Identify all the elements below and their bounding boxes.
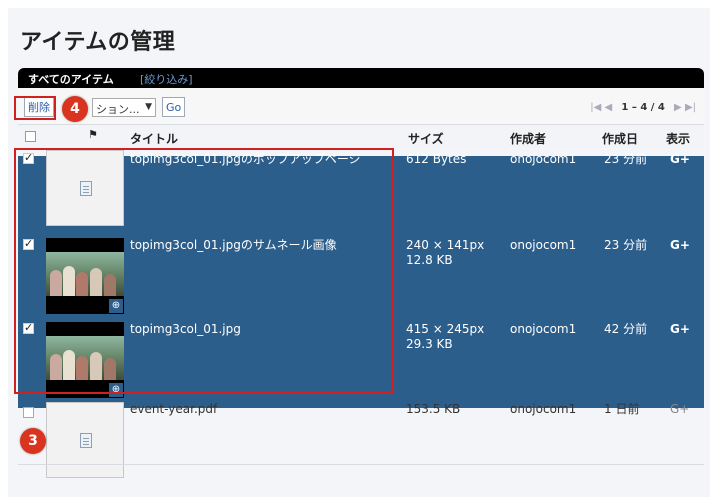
row-checkbox[interactable] xyxy=(23,407,34,418)
step-marker-4: 4 xyxy=(62,96,88,122)
highlight-selected-rows xyxy=(14,148,394,394)
page-title: アイテムの管理 xyxy=(20,30,176,55)
go-button[interactable]: Go xyxy=(162,97,186,117)
action-select[interactable]: ション... ▼ xyxy=(92,98,156,117)
pager: |◀ ◀ 1 – 4 / 4 ▶ ▶| xyxy=(590,102,696,113)
header-size[interactable]: サイズ xyxy=(408,130,444,147)
row-created: 1 日前 xyxy=(604,402,640,416)
row-size: 240 × 141px xyxy=(406,238,485,252)
table-header: ⚑ タイトル サイズ 作成者 作成日 表示 xyxy=(18,124,704,148)
filter-link[interactable]: [絞り込み] xyxy=(140,71,193,87)
thumbnail[interactable] xyxy=(46,402,124,478)
tab-all-items[interactable]: すべてのアイテム xyxy=(28,71,114,87)
row-created: 23 分前 xyxy=(604,238,648,252)
view-icon[interactable]: G+ xyxy=(670,402,689,417)
tab-bar: すべてのアイテム [絞り込み] xyxy=(18,68,704,88)
row-created: 42 分前 xyxy=(604,322,648,336)
row-author: onojocom1 xyxy=(510,152,577,166)
row-size: 612 Bytes xyxy=(406,152,467,166)
pager-range: 1 – 4 / 4 xyxy=(621,102,665,113)
row-size: 415 × 245px xyxy=(406,322,485,336)
row-filesize: 29.3 KB xyxy=(406,337,453,351)
pager-prev-icon[interactable]: ◀ xyxy=(605,102,613,113)
select-all-checkbox[interactable] xyxy=(25,131,36,142)
chevron-down-icon: ▼ xyxy=(145,102,152,112)
toolbar: 削除 ション... ▼ Go |◀ ◀ 1 – 4 / 4 ▶ ▶| xyxy=(18,88,704,124)
header-view: 表示 xyxy=(666,132,691,146)
flag-icon: ⚑ xyxy=(88,128,98,141)
header-author[interactable]: 作成者 xyxy=(510,130,546,147)
view-icon[interactable]: G+ xyxy=(670,152,690,167)
row-author: onojocom1 xyxy=(510,402,577,416)
row-created: 23 分前 xyxy=(604,152,648,166)
view-icon[interactable]: G+ xyxy=(670,322,690,337)
pager-first-icon[interactable]: |◀ xyxy=(590,102,601,113)
highlight-delete-button xyxy=(14,96,56,120)
header-created[interactable]: 作成日 xyxy=(602,130,638,147)
row-author: onojocom1 xyxy=(510,238,577,252)
row-size: 153.5 KB xyxy=(406,402,461,416)
action-select-value: ション... xyxy=(96,103,140,116)
view-icon[interactable]: G+ xyxy=(670,238,690,253)
header-title[interactable]: タイトル xyxy=(130,130,178,147)
row-divider xyxy=(18,464,704,465)
pager-next-icon[interactable]: ▶ xyxy=(674,102,682,113)
document-icon xyxy=(80,433,92,448)
row-title[interactable]: event-year.pdf xyxy=(130,402,217,417)
row-author: onojocom1 xyxy=(510,322,577,336)
table-row[interactable]: event-year.pdf 153.5 KB onojocom1 1 日前 G… xyxy=(18,402,704,486)
row-filesize: 12.8 KB xyxy=(406,253,453,267)
step-marker-3: 3 xyxy=(20,428,46,454)
pager-last-icon[interactable]: ▶| xyxy=(685,102,696,113)
